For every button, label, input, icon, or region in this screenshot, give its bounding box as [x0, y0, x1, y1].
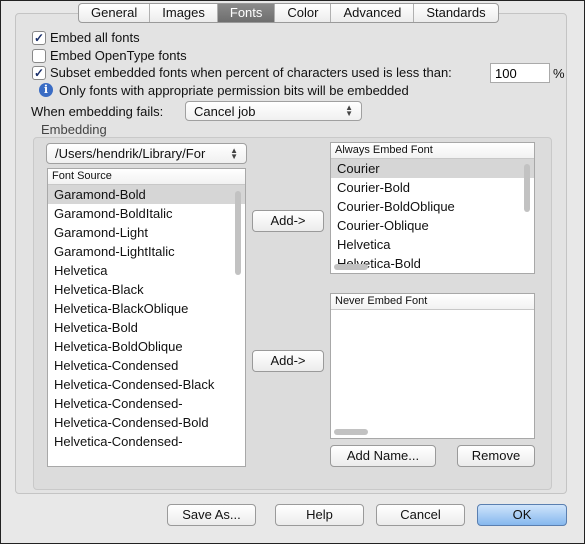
list-item[interactable]: Helvetica-BlackOblique [48, 299, 245, 318]
fail-value: Cancel job [194, 103, 256, 119]
always-embed-rows: Courier Courier-Bold Courier-BoldOblique Co… [331, 159, 534, 273]
list-item[interactable]: Helvetica [48, 261, 245, 280]
fonts-settings-dialog: General Images Fonts Color Advanced Stan… [0, 0, 585, 544]
info-icon: i [39, 83, 53, 97]
list-item[interactable]: Helvetica-Condensed-Bold [48, 413, 245, 432]
tab-color[interactable]: Color [275, 4, 332, 22]
list-item[interactable]: Courier-Oblique [331, 216, 534, 235]
remove-button[interactable]: Remove [457, 445, 535, 467]
list-item[interactable]: Courier-Bold [331, 178, 534, 197]
list-item[interactable]: Helvetica [331, 235, 534, 254]
always-embed-list[interactable]: Always Embed Font Courier Courier-Bold Cou… [330, 142, 535, 274]
list-item[interactable]: Garamond-Light [48, 223, 245, 242]
list-item[interactable]: Helvetica-Condensed [48, 356, 245, 375]
subset-fonts-label: Subset embedded fonts when percent of ch… [50, 65, 452, 80]
tab-fonts[interactable]: Fonts [217, 4, 276, 22]
help-button[interactable]: Help [275, 504, 364, 526]
checkbox-box [32, 48, 46, 63]
embed-all-fonts-label: Embed all fonts [50, 30, 140, 45]
tab-advanced[interactable]: Advanced [331, 4, 415, 22]
embed-opentype-checkbox[interactable]: Embed OpenType fonts [32, 48, 187, 63]
tab-general[interactable]: General [79, 4, 151, 22]
font-source-rows: Garamond-Bold Garamond-BoldItalic Garamond… [48, 185, 245, 451]
subset-percent-input[interactable] [490, 63, 550, 83]
list-item[interactable]: Garamond-BoldItalic [48, 204, 245, 223]
list-item[interactable]: Helvetica-Condensed- [48, 394, 245, 413]
tab-bar: General Images Fonts Color Advanced Stan… [78, 3, 499, 23]
list-item[interactable]: Courier [331, 159, 534, 178]
tab-images[interactable]: Images [150, 4, 218, 22]
list-item[interactable]: Helvetica-Condensed-Black [48, 375, 245, 394]
horizontal-scrollbar[interactable] [334, 264, 368, 270]
embedding-fails-select[interactable]: Cancel job ▲ ▼ [185, 101, 362, 121]
embedding-group-title: Embedding [41, 122, 107, 137]
list-item[interactable]: Helvetica-BoldOblique [48, 337, 245, 356]
add-to-never-button[interactable]: Add-> [252, 350, 324, 372]
ok-button[interactable]: OK [477, 504, 567, 526]
cancel-button[interactable]: Cancel [376, 504, 465, 526]
list-item[interactable]: Helvetica-Bold [48, 318, 245, 337]
info-text: Only fonts with appropriate permission b… [59, 83, 409, 98]
vertical-scrollbar[interactable] [235, 191, 241, 275]
checkmark-icon: ✓ [32, 30, 46, 45]
updown-arrows-icon: ▲ ▼ [345, 103, 353, 118]
horizontal-scrollbar[interactable] [334, 429, 368, 435]
embed-all-fonts-checkbox[interactable]: ✓ Embed all fonts [32, 30, 140, 45]
updown-arrows-icon: ▲ ▼ [230, 145, 238, 161]
fail-label: When embedding fails: [31, 104, 164, 119]
list-item[interactable]: Courier-BoldOblique [331, 197, 534, 216]
save-as-button[interactable]: Save As... [167, 504, 256, 526]
font-source-header[interactable]: Font Source [48, 169, 245, 185]
font-source-list[interactable]: Font Source Garamond-Bold Garamond-BoldIt… [47, 168, 246, 467]
vertical-scrollbar[interactable] [524, 164, 530, 212]
add-to-always-button[interactable]: Add-> [252, 210, 324, 232]
list-item[interactable]: Garamond-LightItalic [48, 242, 245, 261]
never-embed-list[interactable]: Never Embed Font [330, 293, 535, 439]
percent-unit: % [553, 66, 565, 81]
add-name-button[interactable]: Add Name... [330, 445, 436, 467]
list-item[interactable]: Helvetica-Black [48, 280, 245, 299]
list-item[interactable]: Helvetica-Condensed- [48, 432, 245, 451]
list-item[interactable]: Garamond-Bold [48, 185, 245, 204]
subset-fonts-checkbox[interactable]: ✓ Subset embedded fonts when percent of … [32, 65, 452, 80]
font-path-select[interactable]: /Users/hendrik/Library/For ▲ ▼ [46, 143, 247, 164]
checkmark-icon: ✓ [32, 65, 46, 80]
always-embed-header[interactable]: Always Embed Font [331, 143, 534, 159]
never-embed-header[interactable]: Never Embed Font [331, 294, 534, 310]
embed-opentype-label: Embed OpenType fonts [50, 48, 187, 63]
font-path-value: /Users/hendrik/Library/For [55, 146, 206, 161]
tab-standards[interactable]: Standards [414, 4, 497, 22]
